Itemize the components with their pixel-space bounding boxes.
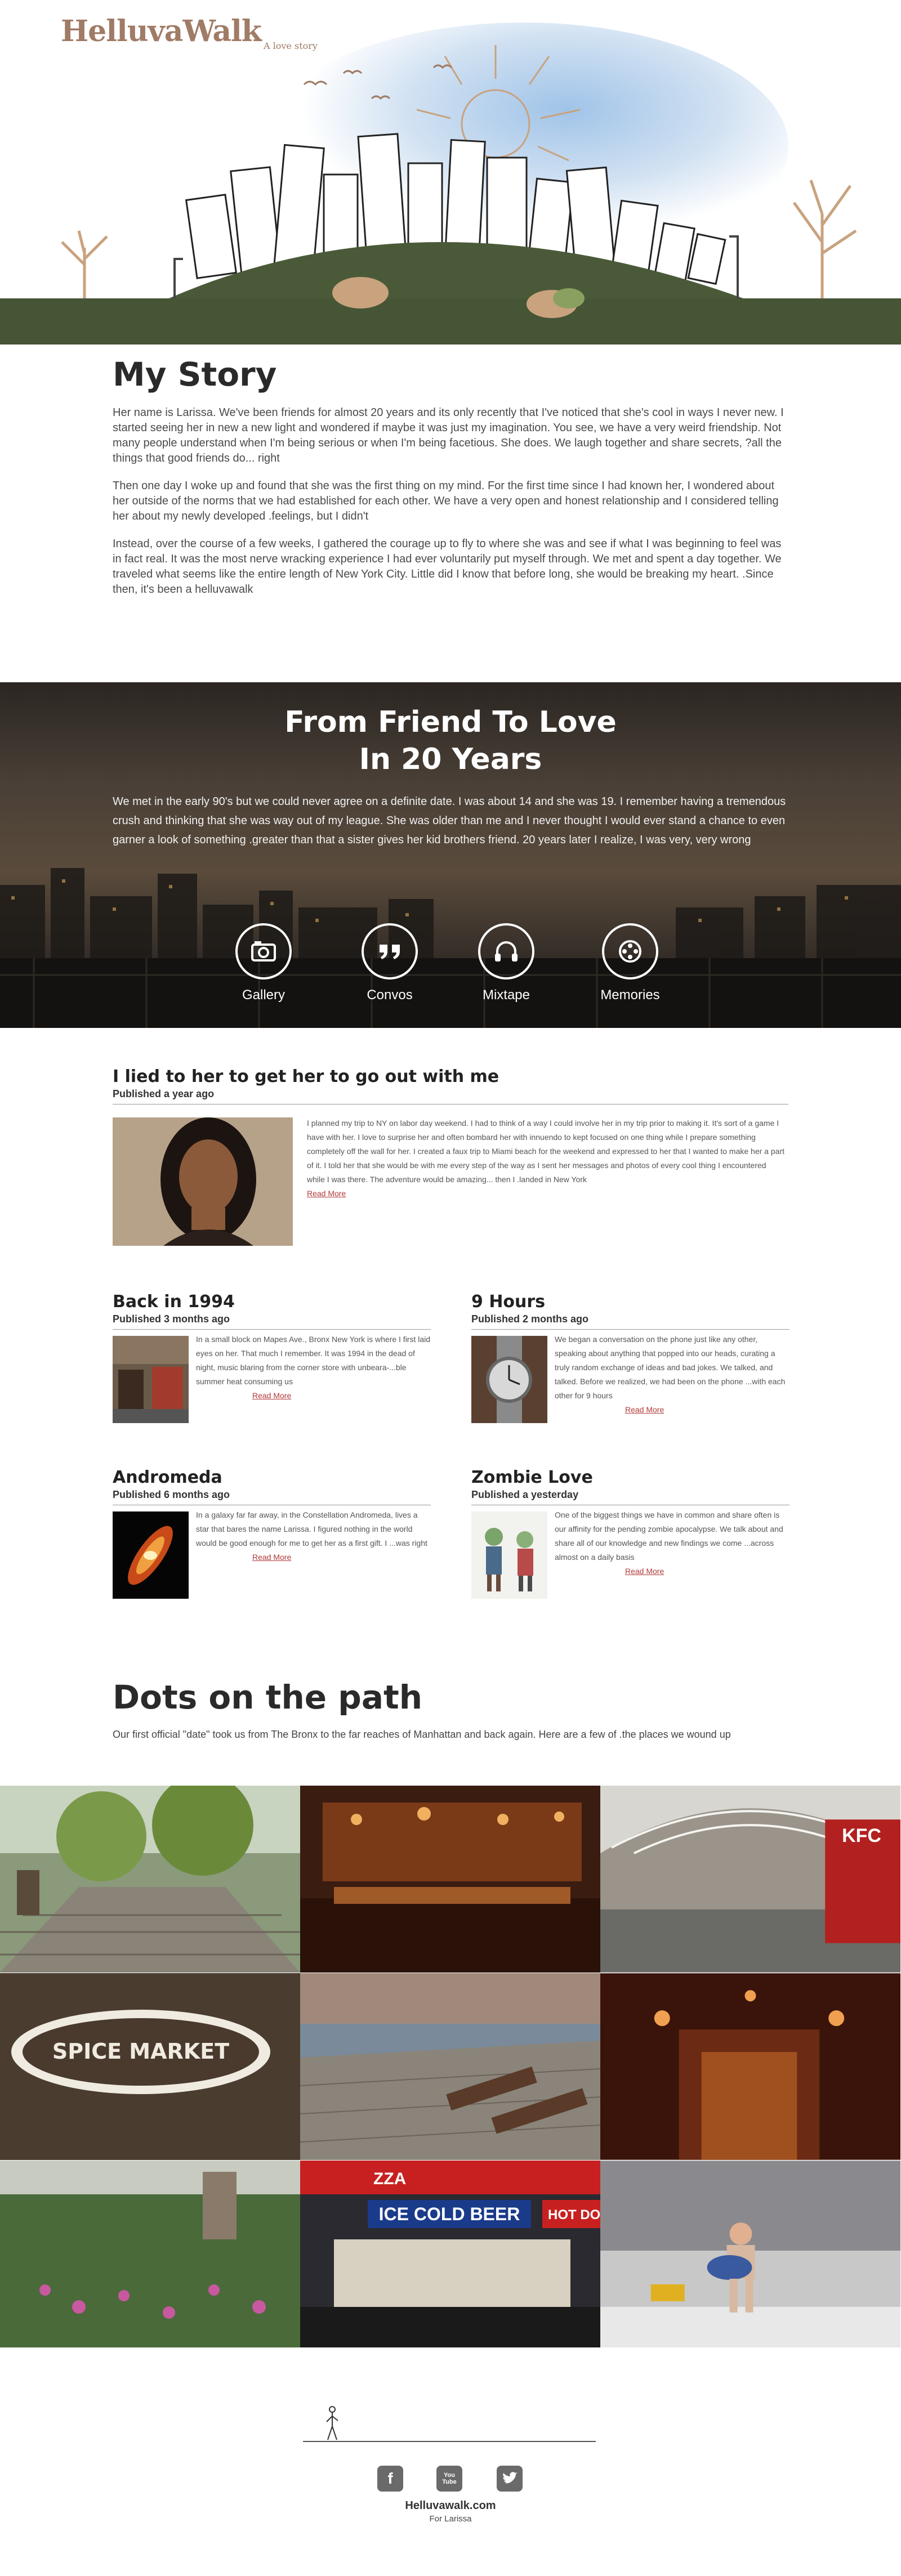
post-date: Published 2 months ago [471,1312,790,1330]
featured-post: I lied to her to get her to go out with … [113,1067,788,1246]
post-card: Zombie Love Published a yesterday One of… [471,1468,790,1599]
post-excerpt-text: One of the biggest things we have in com… [555,1510,783,1562]
city-hill-illustration [0,23,901,345]
youtube-icon: You Tube [442,2472,457,2485]
facebook-link[interactable]: f [377,2466,403,2492]
restaurant-bar-photo[interactable] [300,1786,600,1973]
post-date: Published 3 months ago [113,1312,431,1330]
post-date: Published 6 months ago [113,1488,431,1505]
times-square-performer-photo[interactable] [600,2161,900,2347]
band-title: From Friend To Love In 20 Years [0,704,901,778]
ice-cold-beer-sign: ICE COLD BEER [379,2204,520,2224]
kfc-sign: KFC [842,1825,881,1846]
footer-dedication: For Larissa [429,2514,472,2524]
post-title[interactable]: Andromeda [113,1468,431,1488]
quote-icon [362,923,418,980]
larissa-portrait-image[interactable] [113,1117,293,1246]
friend-to-love-band: From Friend To Love In 20 Years We met i… [0,682,901,1028]
post-card: Andromeda Published 6 months ago In a ga… [113,1468,431,1599]
hero-banner: HelluvaWalk A love story [0,0,901,345]
band-text: We met in the early 90's but we could ne… [113,795,786,846]
post-title[interactable]: Zombie Love [471,1468,790,1488]
stick-figure-walker-icon [326,2406,338,2440]
read-more-link[interactable]: Read More [625,1564,664,1578]
andromeda-galaxy-image[interactable] [113,1511,189,1599]
garden-flowers-photo[interactable] [0,2161,300,2347]
pizza-sign: ZZA [373,2170,406,2188]
mixtape-label: Mixtape [482,987,530,1003]
post-excerpt-text: In a small block on Mapes Ave., Bronx Ne… [196,1335,431,1386]
logo-tagline: A love story [264,41,318,51]
post-card: Back in 1994 Published 3 months ago In a… [113,1292,431,1423]
spice-market-sign: SPICE MARKET [52,2039,229,2064]
boardwalk-benches-photo[interactable] [300,1973,600,2160]
convos-button[interactable]: Convos [347,923,432,1008]
places-gallery: KFC SPICE MARKET ZZA ICE COLD BEER HOT D… [0,1786,901,2347]
read-more-link[interactable]: Read More [625,1403,664,1417]
gallery-label: Gallery [242,987,286,1003]
dots-text: Our first official "date" took us from T… [113,1729,731,1740]
site-logo[interactable]: HelluvaWalk A love story [61,16,342,52]
film-reel-icon [602,923,658,980]
footer-path-line [303,2441,596,2442]
post-excerpt: One of the biggest things we have in com… [555,1508,790,1578]
subway-station-photo[interactable]: KFC [600,1786,900,1973]
post-excerpt: We began a conversation on the phone jus… [555,1332,790,1417]
story-title: My Story [113,355,277,393]
twitter-icon [503,2472,518,2484]
post-card: 9 Hours Published 2 months ago We began … [471,1292,790,1423]
twitter-link[interactable] [497,2466,523,2492]
hot-dog-sign: HOT DO [548,2207,600,2222]
zombie-couple-image[interactable] [471,1511,547,1599]
memories-button[interactable]: Memories [588,923,672,1008]
band-title-line1: From Friend To Love [284,705,617,739]
high-line-park-photo[interactable] [0,1786,300,1973]
story-paragraph: Instead, over the course of a few weeks,… [113,538,782,596]
ice-cold-beer-deli-photo[interactable]: ZZA ICE COLD BEER HOT DO [300,2161,600,2347]
dots-on-the-path-section: Dots on the path Our first official "dat… [113,1678,788,1743]
mixtape-button[interactable]: Mixtape [464,923,548,1008]
theater-interior-photo[interactable] [600,1973,900,2160]
read-more-link[interactable]: Read More [252,1550,291,1564]
post-excerpt-text: I planned my trip to NY on labor day wee… [307,1119,784,1184]
post-title[interactable]: 9 Hours [471,1292,790,1312]
facebook-icon: f [387,2470,393,2487]
post-date: Published a year ago [113,1087,788,1104]
post-excerpt-text: We began a conversation on the phone jus… [555,1335,786,1400]
spice-market-photo[interactable]: SPICE MARKET [0,1973,300,2160]
read-more-link[interactable]: Read More [307,1187,346,1201]
memories-label: Memories [600,987,660,1003]
post-excerpt: In a galaxy far far away, in the Constel… [196,1508,431,1564]
post-title[interactable]: I lied to her to get her to go out with … [113,1067,788,1087]
site-footer: f You Tube Helluvawalk.com For Larissa [0,2381,901,2576]
wristwatch-image[interactable] [471,1336,547,1423]
post-excerpt-text: In a galaxy far far away, in the Constel… [196,1510,427,1548]
read-more-link[interactable]: Read More [252,1389,291,1403]
convos-label: Convos [367,987,413,1003]
footer-site-name[interactable]: Helluvawalk.com [0,2499,901,2512]
story-paragraph: Then one day I woke up and found that sh… [113,480,779,522]
dots-title: Dots on the path [113,1678,422,1716]
post-date: Published a yesterday [471,1488,790,1505]
headphones-icon [478,923,534,980]
gallery-button[interactable]: Gallery [221,923,306,1008]
story-paragraph: Her name is Larissa. We've been friends … [113,406,784,464]
my-story-section: My Story Her name is Larissa. We've been… [113,355,788,610]
section-nav: Gallery Convos Mixtape Memories [0,923,901,1008]
camera-icon [235,923,292,980]
band-title-line2: In 20 Years [359,743,542,776]
mapes-ave-street-image[interactable] [113,1336,189,1423]
post-title[interactable]: Back in 1994 [113,1292,431,1312]
post-excerpt: I planned my trip to NY on labor day wee… [307,1116,786,1201]
post-excerpt: In a small block on Mapes Ave., Bronx Ne… [196,1332,431,1403]
youtube-link[interactable]: You Tube [436,2466,462,2492]
